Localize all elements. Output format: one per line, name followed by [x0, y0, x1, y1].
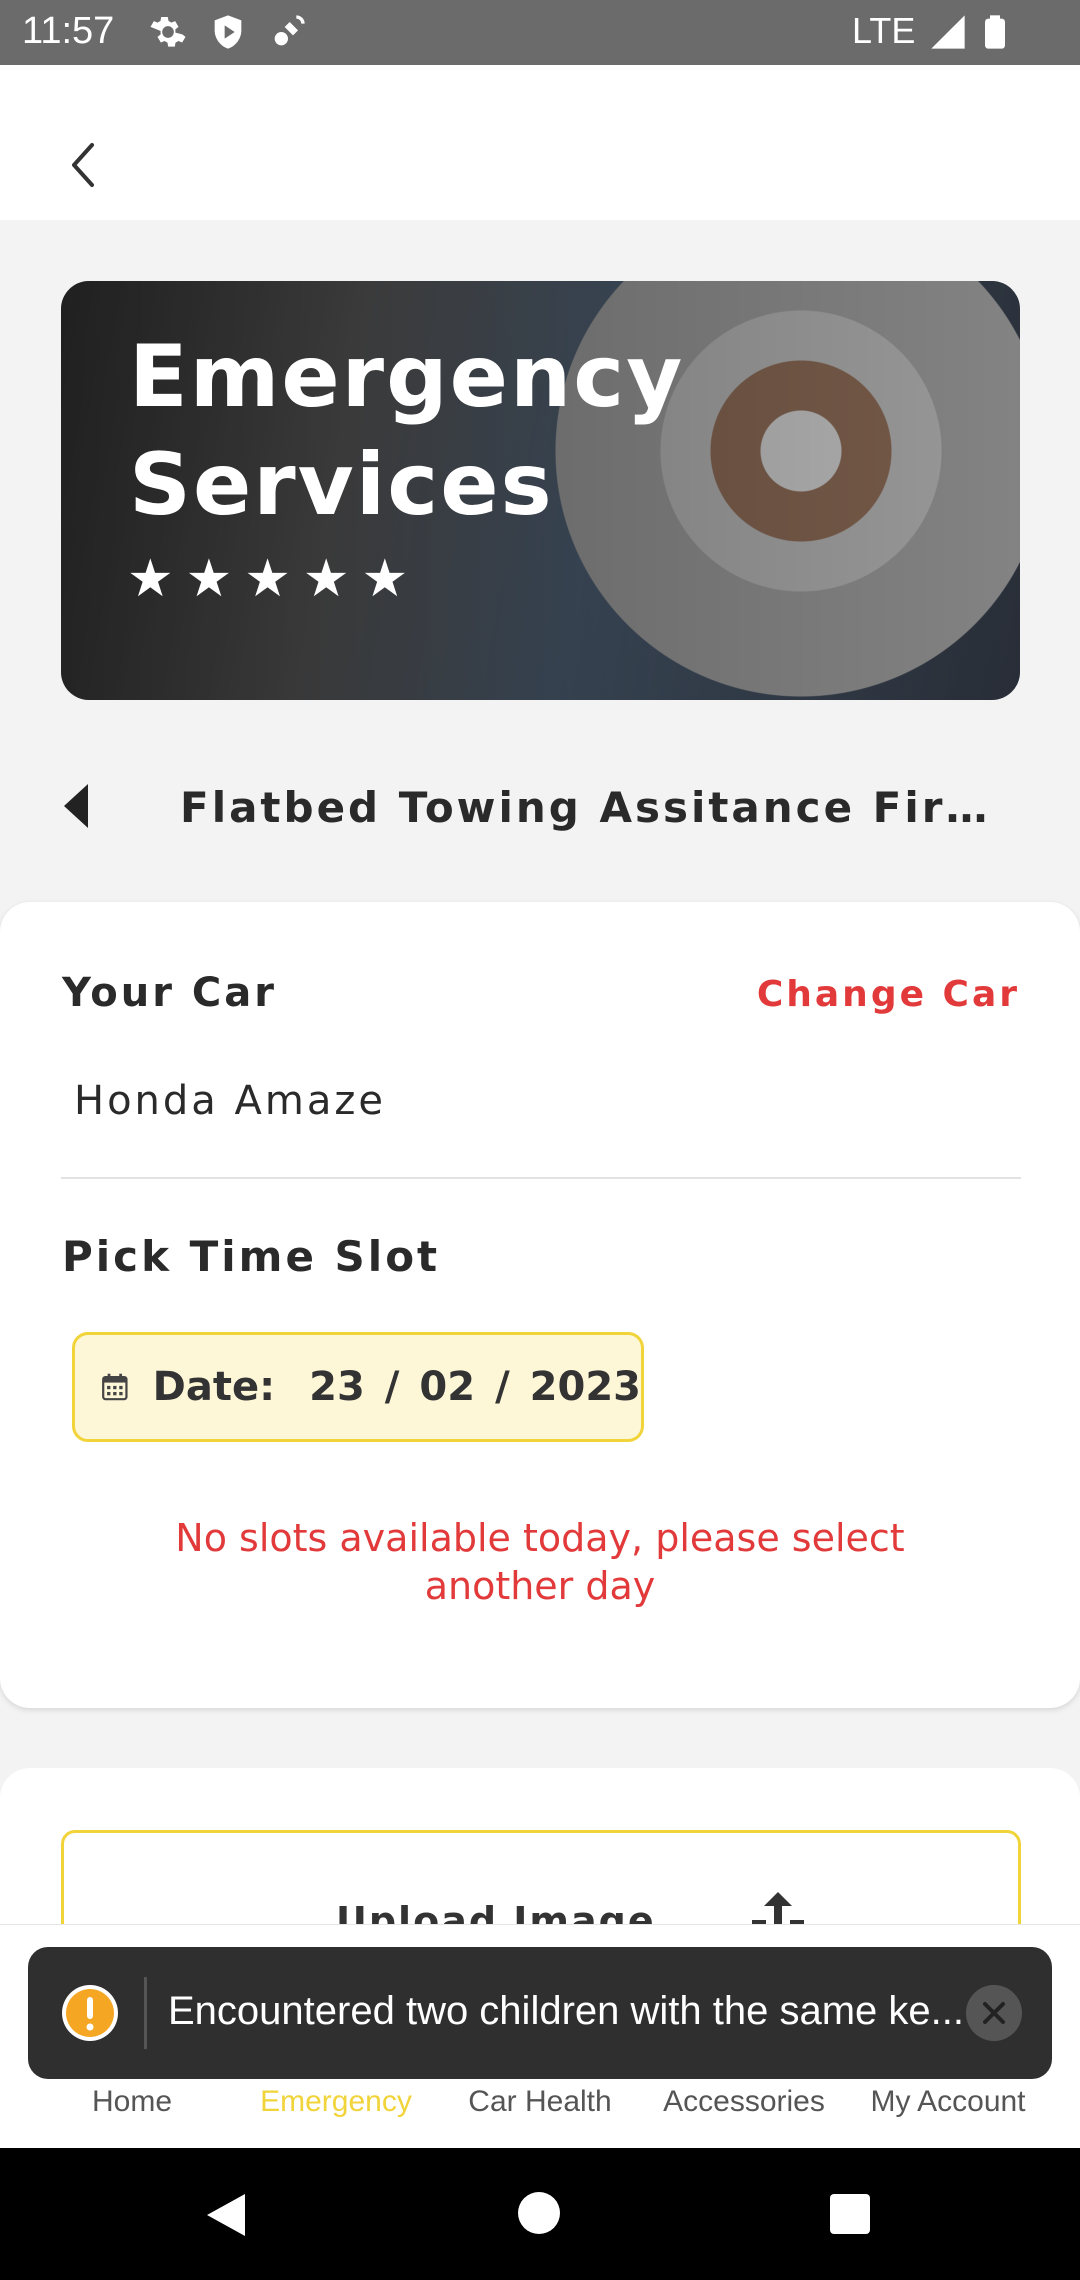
- star-icon: ★: [185, 549, 233, 609]
- no-slots-message: No slots available today, please select …: [175, 1516, 905, 1608]
- change-car-button[interactable]: Change Car: [757, 974, 1020, 1015]
- nav-my-account[interactable]: My Account: [840, 2085, 1056, 2119]
- date-year: 2023: [529, 1364, 641, 1410]
- previous-service-button[interactable]: [60, 782, 94, 830]
- system-recents-button[interactable]: [830, 2194, 870, 2234]
- banner-title: Emergency Services: [129, 327, 685, 535]
- star-icon: ★: [302, 549, 350, 609]
- star-icon: ★: [127, 549, 174, 609]
- star-icon: ★: [244, 549, 291, 609]
- date-month: 02: [419, 1364, 476, 1410]
- shield-play-icon: [214, 15, 242, 49]
- toast-message: Encountered two children with the same k…: [168, 1989, 964, 2033]
- network-type: LTE: [852, 10, 916, 51]
- car-name: Honda Amaze: [74, 1078, 386, 1124]
- nav-accessories[interactable]: Accessories: [636, 2085, 852, 2119]
- system-back-button[interactable]: [205, 2192, 247, 2238]
- status-time: 11:57: [22, 10, 115, 52]
- date-separator: /: [384, 1364, 400, 1410]
- booking-card: Your Car Change Car Honda Amaze Pick Tim…: [0, 902, 1080, 1708]
- system-navigation-bar: [0, 2148, 1080, 2280]
- star-icon: ★: [361, 549, 409, 609]
- settings-icon: [150, 17, 186, 47]
- date-separator: /: [495, 1364, 510, 1410]
- top-app-bar: [0, 65, 1080, 220]
- upload-card: Upload Image: [0, 1768, 1080, 1950]
- satellite-icon: [274, 15, 305, 46]
- toast-divider: [144, 1977, 147, 2049]
- warning-icon: [62, 1985, 118, 2041]
- service-banner: Emergency Services ★ ★ ★ ★ ★: [61, 281, 1020, 700]
- nav-emergency[interactable]: Emergency: [228, 2085, 444, 2119]
- back-button[interactable]: [60, 135, 110, 195]
- status-bar: 11:57 LTE: [0, 0, 1080, 65]
- divider: [61, 1177, 1021, 1179]
- your-car-heading: Your Car: [62, 970, 277, 1016]
- nav-car-health[interactable]: Car Health: [432, 2085, 648, 2119]
- battery-icon: [985, 15, 1005, 49]
- close-icon[interactable]: [966, 1985, 1022, 2041]
- date-day: 23: [309, 1364, 365, 1410]
- date-picker[interactable]: Date: 23 / 02 / 2023: [72, 1332, 644, 1442]
- error-toast[interactable]: Encountered two children with the same k…: [28, 1947, 1052, 2079]
- rating-stars: ★ ★ ★ ★ ★: [127, 553, 408, 605]
- service-name: Flatbed Towing Assitance First 1...: [180, 783, 1010, 832]
- nav-home[interactable]: Home: [24, 2085, 240, 2119]
- signal-icon: [931, 15, 965, 49]
- calendar-icon: [102, 1373, 128, 1401]
- pick-time-slot-heading: Pick Time Slot: [62, 1232, 441, 1281]
- system-home-button[interactable]: [518, 2192, 560, 2234]
- date-label: Date:: [152, 1364, 276, 1410]
